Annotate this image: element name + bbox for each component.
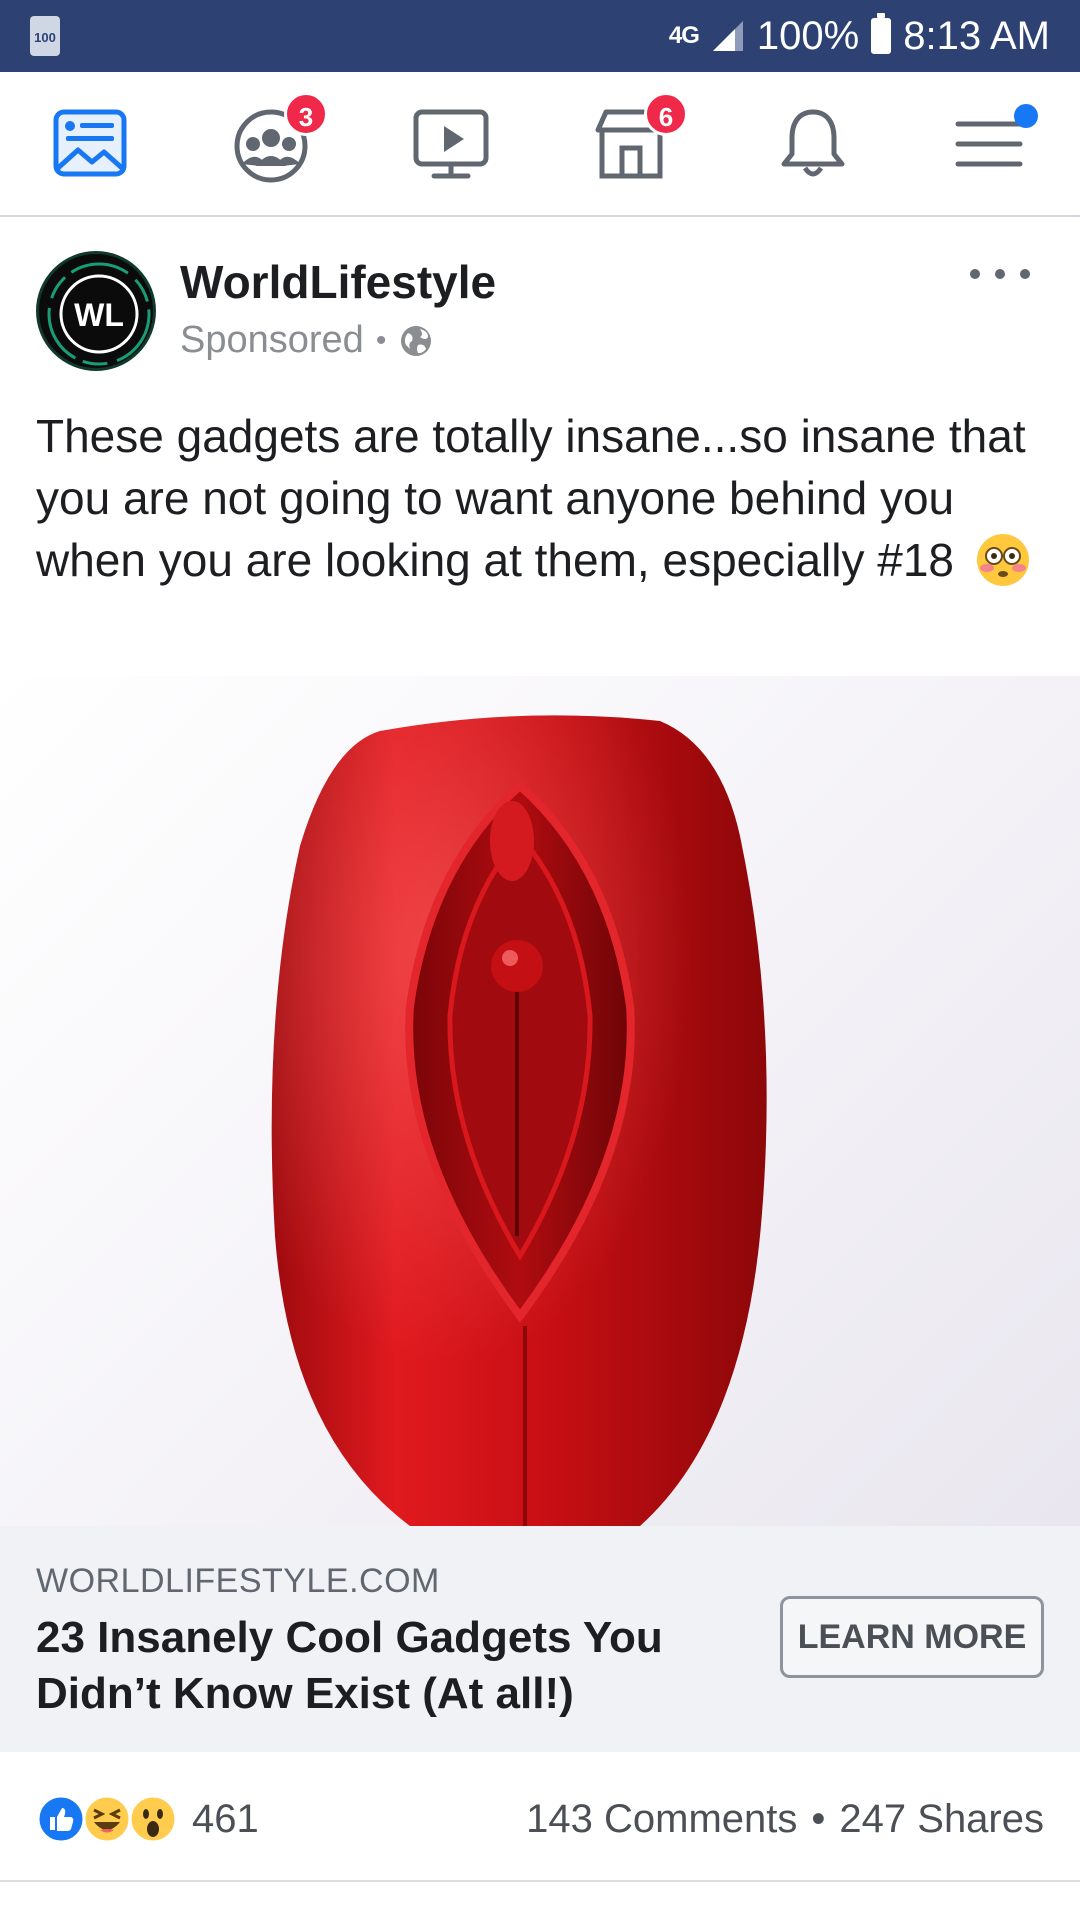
nav-watch[interactable] bbox=[406, 98, 496, 188]
marketplace-badge: 6 bbox=[644, 92, 688, 136]
battery-saver-indicator: 100 bbox=[30, 16, 60, 56]
red-sculpture-image bbox=[271, 715, 767, 1526]
post-meta: Sponsored • bbox=[180, 319, 434, 362]
page-avatar[interactable]: WL bbox=[36, 251, 156, 371]
nav-news-feed[interactable] bbox=[46, 98, 136, 188]
nav-menu[interactable] bbox=[944, 98, 1038, 188]
wow-reaction-icon bbox=[128, 1794, 178, 1844]
learn-more-button[interactable]: LEARN MORE bbox=[780, 1596, 1044, 1678]
reaction-count[interactable]: 461 bbox=[192, 1794, 259, 1844]
signal-icon bbox=[712, 21, 743, 51]
page-name[interactable]: WorldLifestyle bbox=[180, 255, 496, 309]
post-body: These gadgets are totally insane...so in… bbox=[36, 405, 1046, 591]
post-image[interactable] bbox=[0, 676, 1080, 1526]
link-title[interactable]: 23 Insanely Cool Gadgets You Didn’t Know… bbox=[36, 1610, 726, 1722]
avatar-initials: WL bbox=[74, 297, 124, 333]
groups-badge: 3 bbox=[284, 92, 328, 136]
clock: 8:13 AM bbox=[903, 13, 1050, 58]
dot bbox=[970, 269, 980, 279]
worldlifestyle-logo-icon: WL bbox=[47, 262, 151, 366]
nav-notifications[interactable] bbox=[768, 98, 858, 188]
battery-icon bbox=[871, 13, 892, 54]
flushed-face-emoji-icon bbox=[976, 534, 1029, 586]
link-domain: WORLDLIFESTYLE.COM bbox=[36, 1562, 440, 1600]
post-options-button[interactable] bbox=[970, 259, 1030, 289]
shares-count[interactable]: 247 Shares bbox=[839, 1794, 1044, 1844]
comments-count[interactable]: 143 Comments bbox=[526, 1794, 797, 1844]
comments-shares: 143 Comments • 247 Shares bbox=[526, 1794, 1044, 1844]
status-bar: 100 4G 100% 8:13 AM bbox=[0, 0, 1080, 72]
status-right: 4G 100% 8:13 AM bbox=[669, 0, 1050, 72]
reactions-bar: 461 143 Comments • 247 Shares bbox=[0, 1752, 1080, 1882]
nav-groups[interactable]: 3 bbox=[226, 92, 328, 188]
top-nav-bar: 3 6 bbox=[0, 72, 1080, 217]
dot bbox=[1020, 269, 1030, 279]
network-type: 4G bbox=[668, 22, 700, 49]
dot bbox=[995, 269, 1005, 279]
haha-reaction-icon bbox=[82, 1794, 132, 1844]
news-feed-icon bbox=[53, 109, 127, 177]
post-body-text: These gadgets are totally insane...so in… bbox=[36, 410, 1026, 586]
link-preview[interactable]: WORLDLIFESTYLE.COM 23 Insanely Cool Gadg… bbox=[0, 1526, 1080, 1752]
like-reaction-icon bbox=[36, 1794, 86, 1844]
globe-icon bbox=[401, 325, 432, 356]
nav-marketplace[interactable]: 6 bbox=[586, 92, 688, 188]
reactions-bar-inner: 461 143 Comments • 247 Shares bbox=[36, 1752, 1044, 1882]
stats-separator: • bbox=[811, 1797, 826, 1841]
menu-notification-dot bbox=[1014, 104, 1038, 128]
sponsored-label[interactable]: Sponsored bbox=[180, 319, 364, 362]
bell-icon bbox=[781, 109, 845, 177]
reaction-icons[interactable] bbox=[36, 1794, 178, 1844]
battery-percent: 100% bbox=[756, 13, 860, 58]
watch-icon bbox=[413, 109, 489, 179]
post-header: WL WorldLifestyle Sponsored • bbox=[0, 219, 1080, 379]
meta-separator: • bbox=[375, 323, 387, 357]
